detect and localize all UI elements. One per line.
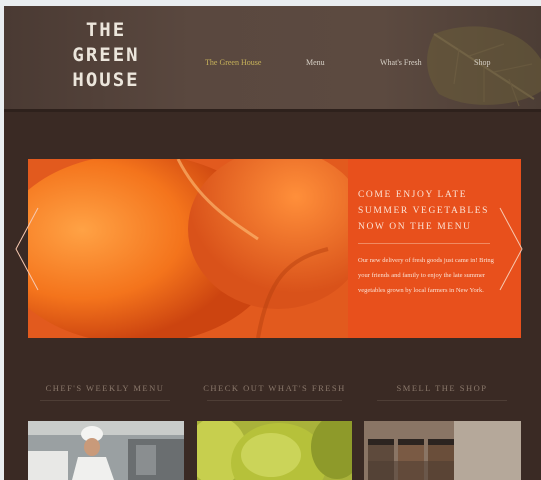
spices-thumbnail[interactable] bbox=[364, 421, 521, 480]
nav-item-menu[interactable]: Menu bbox=[306, 58, 325, 67]
logo-line: GREEN bbox=[72, 44, 140, 66]
hero-title-line: SUMMER VEGETABLES bbox=[358, 206, 490, 216]
hero-image bbox=[28, 159, 348, 338]
chevron-left-icon[interactable] bbox=[14, 206, 40, 292]
logo-line: THE bbox=[85, 19, 127, 41]
limes-thumbnail[interactable] bbox=[197, 421, 352, 480]
hero-title: COME ENJOY LATE SUMMER VEGETABLES NOW ON… bbox=[358, 187, 508, 235]
page: THE GREEN HOUSE The Green House Menu Wha… bbox=[4, 6, 541, 480]
hero-divider bbox=[358, 243, 490, 244]
site-logo[interactable]: THE GREEN HOUSE bbox=[66, 18, 146, 93]
divider bbox=[207, 400, 342, 401]
logo-line: HOUSE bbox=[72, 69, 140, 91]
section-heading-chefs-menu[interactable]: CHEF'S WEEKLY MENU bbox=[30, 383, 180, 393]
section-heading-shop[interactable]: SMELL THE SHOP bbox=[372, 383, 512, 393]
chevron-right-icon[interactable] bbox=[498, 206, 524, 292]
hero-banner: COME ENJOY LATE SUMMER VEGETABLES NOW ON… bbox=[28, 159, 521, 338]
chef-thumbnail[interactable] bbox=[28, 421, 184, 480]
divider bbox=[40, 400, 170, 401]
nav-item-the-green-house[interactable]: The Green House bbox=[205, 58, 261, 67]
hero-title-line: COME ENJOY LATE bbox=[358, 190, 468, 200]
site-header: THE GREEN HOUSE The Green House Menu Wha… bbox=[4, 6, 541, 112]
section-heading-whats-fresh[interactable]: CHECK OUT WHAT'S FRESH bbox=[197, 383, 352, 393]
hero-title-line: NOW ON THE MENU bbox=[358, 222, 472, 232]
hero-description: Our new delivery of fresh goods just cam… bbox=[358, 257, 494, 294]
divider bbox=[377, 400, 507, 401]
nav-item-shop[interactable]: Shop bbox=[474, 58, 490, 67]
nav-item-whats-fresh[interactable]: What's Fresh bbox=[380, 58, 422, 67]
